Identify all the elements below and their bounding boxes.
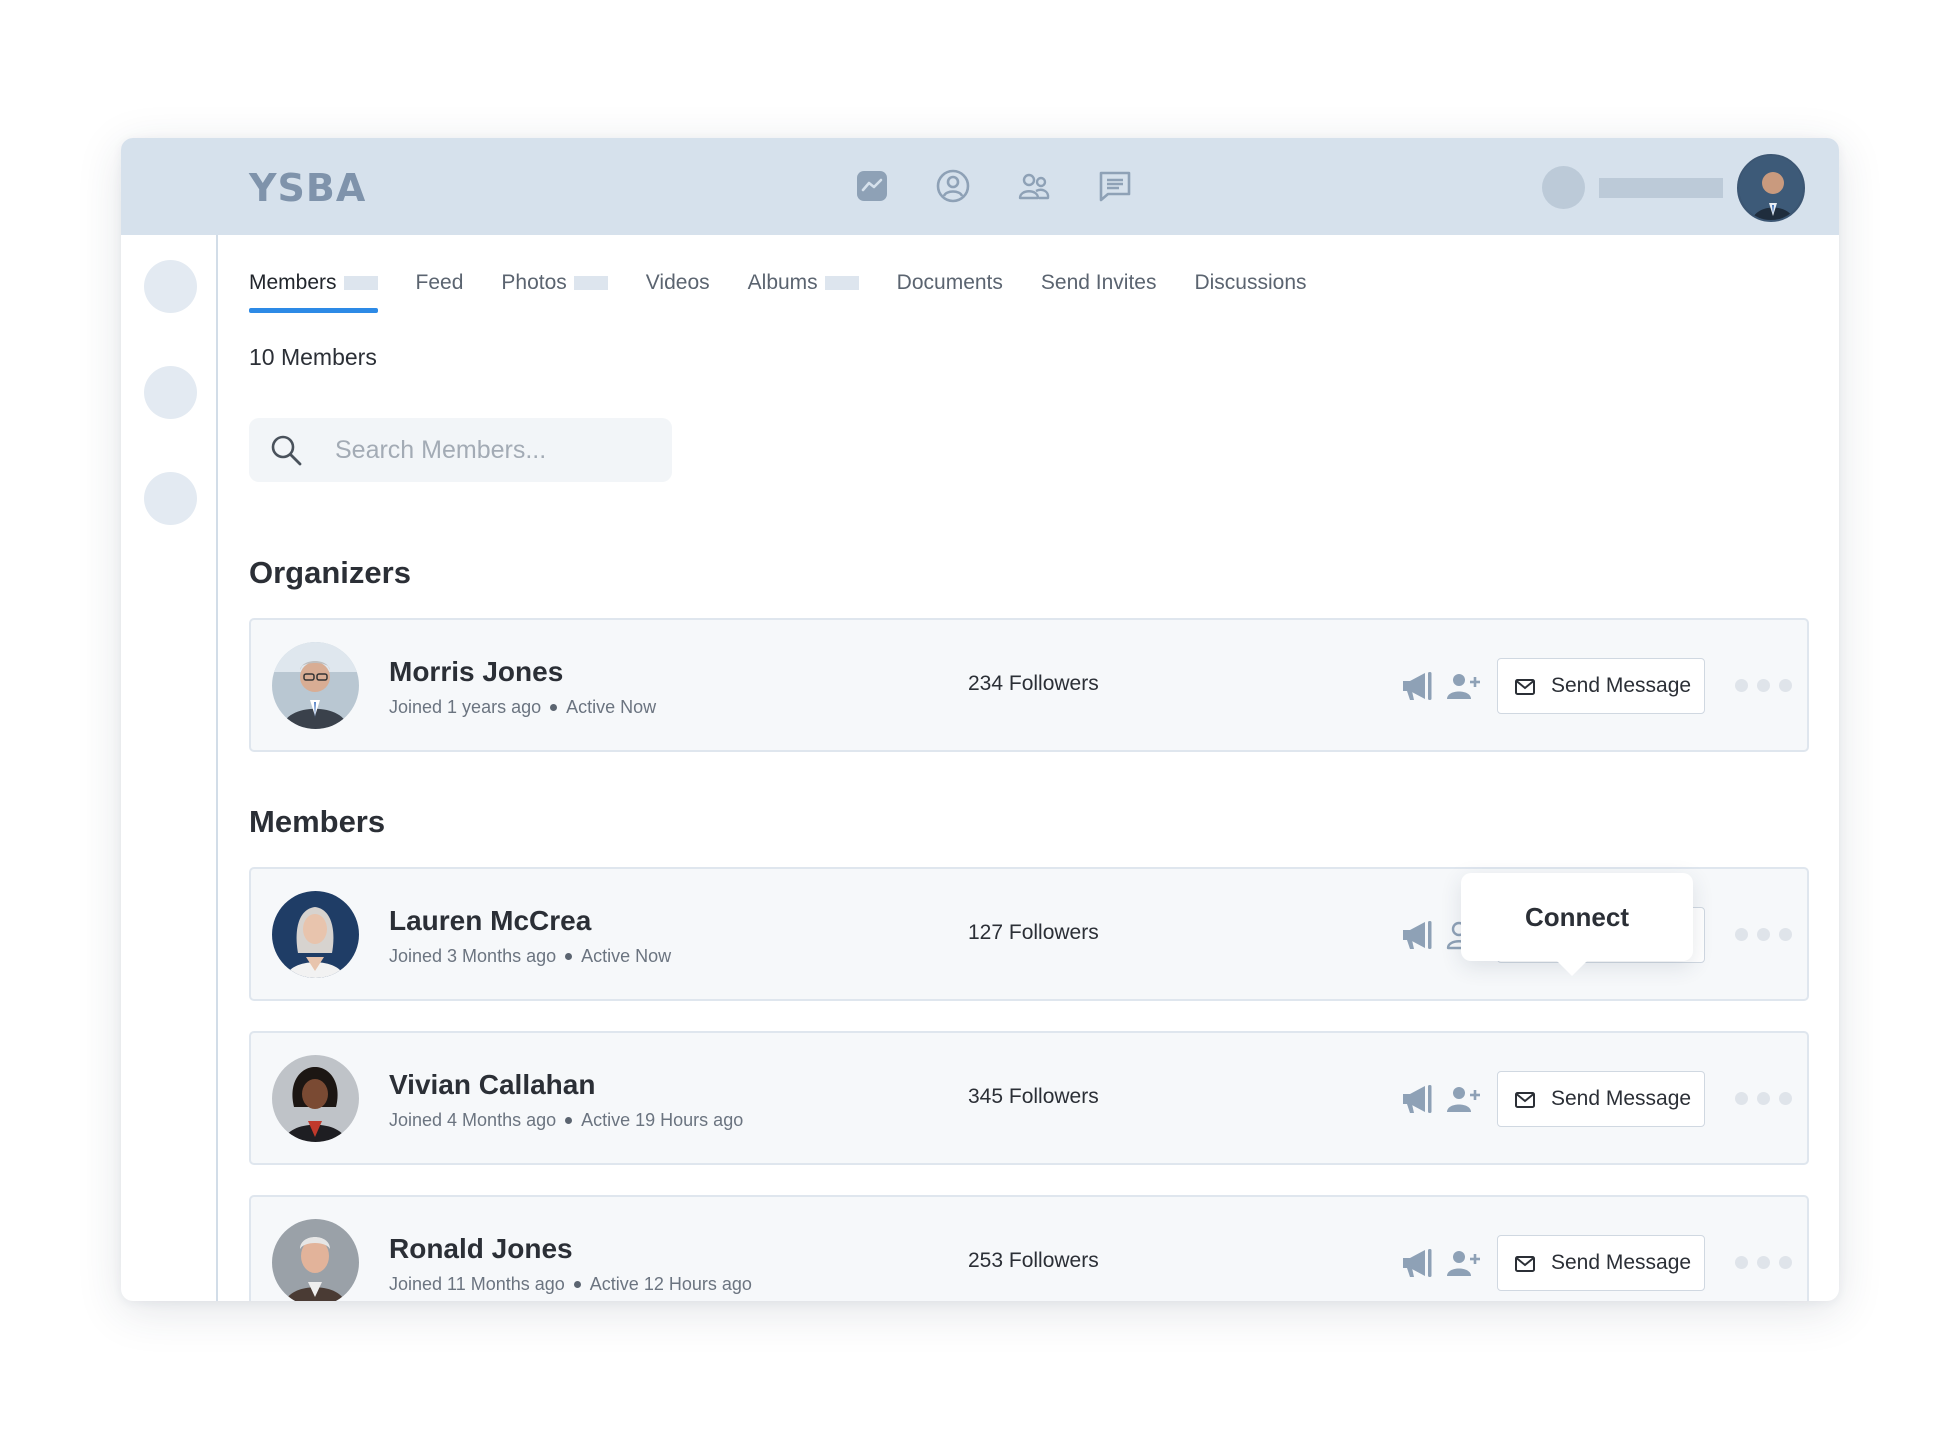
sidebar-item-2[interactable] (144, 366, 197, 419)
main-content: Members Feed Photos Videos Albums Docume… (249, 235, 1809, 1301)
mail-icon (1515, 1256, 1535, 1272)
member-name[interactable]: Vivian Callahan (389, 1069, 595, 1101)
avatar[interactable] (272, 1055, 359, 1142)
follower-count: 253 Followers (968, 1249, 1099, 1272)
username-placeholder (1599, 178, 1723, 198)
top-navbar: YSBA (121, 138, 1839, 235)
mail-icon (1515, 679, 1535, 695)
organizers-heading: Organizers (249, 555, 411, 590)
member-card: Vivian Callahan Joined 4 Months ago Activ… (249, 1031, 1809, 1165)
member-count: 10 Members (249, 344, 377, 370)
messages-icon[interactable] (1095, 166, 1135, 206)
add-friend-icon[interactable] (1443, 666, 1483, 706)
follower-count: 127 Followers (968, 921, 1099, 944)
add-friend-icon[interactable] (1443, 1079, 1483, 1119)
tab-feed[interactable]: Feed (416, 267, 464, 299)
member-card: Ronald Jones Joined 11 Months ago Active … (249, 1195, 1809, 1301)
members-heading: Members (249, 804, 386, 839)
avatar[interactable] (272, 891, 359, 978)
more-options-icon[interactable] (1735, 679, 1792, 692)
mail-icon (1515, 1092, 1535, 1108)
follower-count: 234 Followers (968, 672, 1099, 695)
notification-placeholder[interactable] (1542, 166, 1585, 209)
tab-discussions[interactable]: Discussions (1194, 267, 1306, 299)
group-tabs: Members Feed Photos Videos Albums Docume… (249, 267, 1345, 313)
member-name[interactable]: Lauren McCrea (389, 905, 591, 937)
activity-text: Active 19 Hours ago (581, 1110, 744, 1130)
megaphone-icon[interactable] (1397, 1079, 1437, 1119)
sidebar-item-1[interactable] (144, 260, 197, 313)
member-meta: Joined 1 years ago Active Now (389, 697, 656, 718)
search-input[interactable] (335, 430, 655, 470)
user-avatar[interactable] (1737, 154, 1805, 222)
member-name[interactable]: Morris Jones (389, 656, 563, 688)
member-meta: Joined 11 Months ago Active 12 Hours ago (389, 1274, 752, 1295)
send-message-button[interactable]: Send Message (1497, 1071, 1705, 1127)
megaphone-icon[interactable] (1397, 1243, 1437, 1283)
joined-text: Joined 4 Months ago (389, 1110, 557, 1130)
activity-text: Active 12 Hours ago (589, 1274, 752, 1294)
send-message-button[interactable]: Send Message (1497, 658, 1705, 714)
megaphone-icon[interactable] (1397, 666, 1437, 706)
member-name[interactable]: Ronald Jones (389, 1233, 573, 1265)
groups-icon[interactable] (1014, 166, 1054, 206)
activity-text: Active Now (566, 697, 657, 717)
send-message-button[interactable]: Send Message (1497, 1235, 1705, 1291)
member-meta: Joined 3 Months ago Active Now (389, 946, 671, 967)
tab-send-invites[interactable]: Send Invites (1041, 267, 1157, 299)
activity-text: Active Now (581, 946, 672, 966)
joined-text: Joined 3 Months ago (389, 946, 557, 966)
tab-documents[interactable]: Documents (897, 267, 1003, 299)
more-options-icon[interactable] (1735, 928, 1792, 941)
tab-videos[interactable]: Videos (646, 267, 710, 299)
search-icon (271, 435, 302, 466)
tab-photos[interactable]: Photos (501, 267, 608, 299)
more-options-icon[interactable] (1735, 1256, 1792, 1269)
add-friend-icon[interactable] (1443, 1243, 1483, 1283)
app-window: YSBA Members Feed Photos Videos Albums D… (121, 138, 1839, 1301)
follower-count: 345 Followers (968, 1085, 1099, 1108)
logo[interactable]: YSBA (249, 166, 366, 210)
avatar[interactable] (272, 642, 359, 729)
tab-albums[interactable]: Albums (748, 267, 859, 299)
joined-text: Joined 1 years ago (389, 697, 542, 717)
top-nav-icons (852, 166, 1135, 206)
tab-members[interactable]: Members (249, 267, 378, 313)
activity-icon[interactable] (852, 166, 892, 206)
member-meta: Joined 4 Months ago Active 19 Hours ago (389, 1110, 743, 1131)
member-search (249, 418, 672, 482)
megaphone-icon[interactable] (1397, 915, 1437, 955)
profile-icon[interactable] (933, 166, 973, 206)
more-options-icon[interactable] (1735, 1092, 1792, 1105)
joined-text: Joined 11 Months ago (389, 1274, 565, 1294)
avatar[interactable] (272, 1219, 359, 1301)
sidebar (121, 235, 218, 1301)
connect-tooltip: Connect (1461, 873, 1693, 976)
member-card: Morris Jones Joined 1 years ago Active No… (249, 618, 1809, 752)
sidebar-item-3[interactable] (144, 472, 197, 525)
